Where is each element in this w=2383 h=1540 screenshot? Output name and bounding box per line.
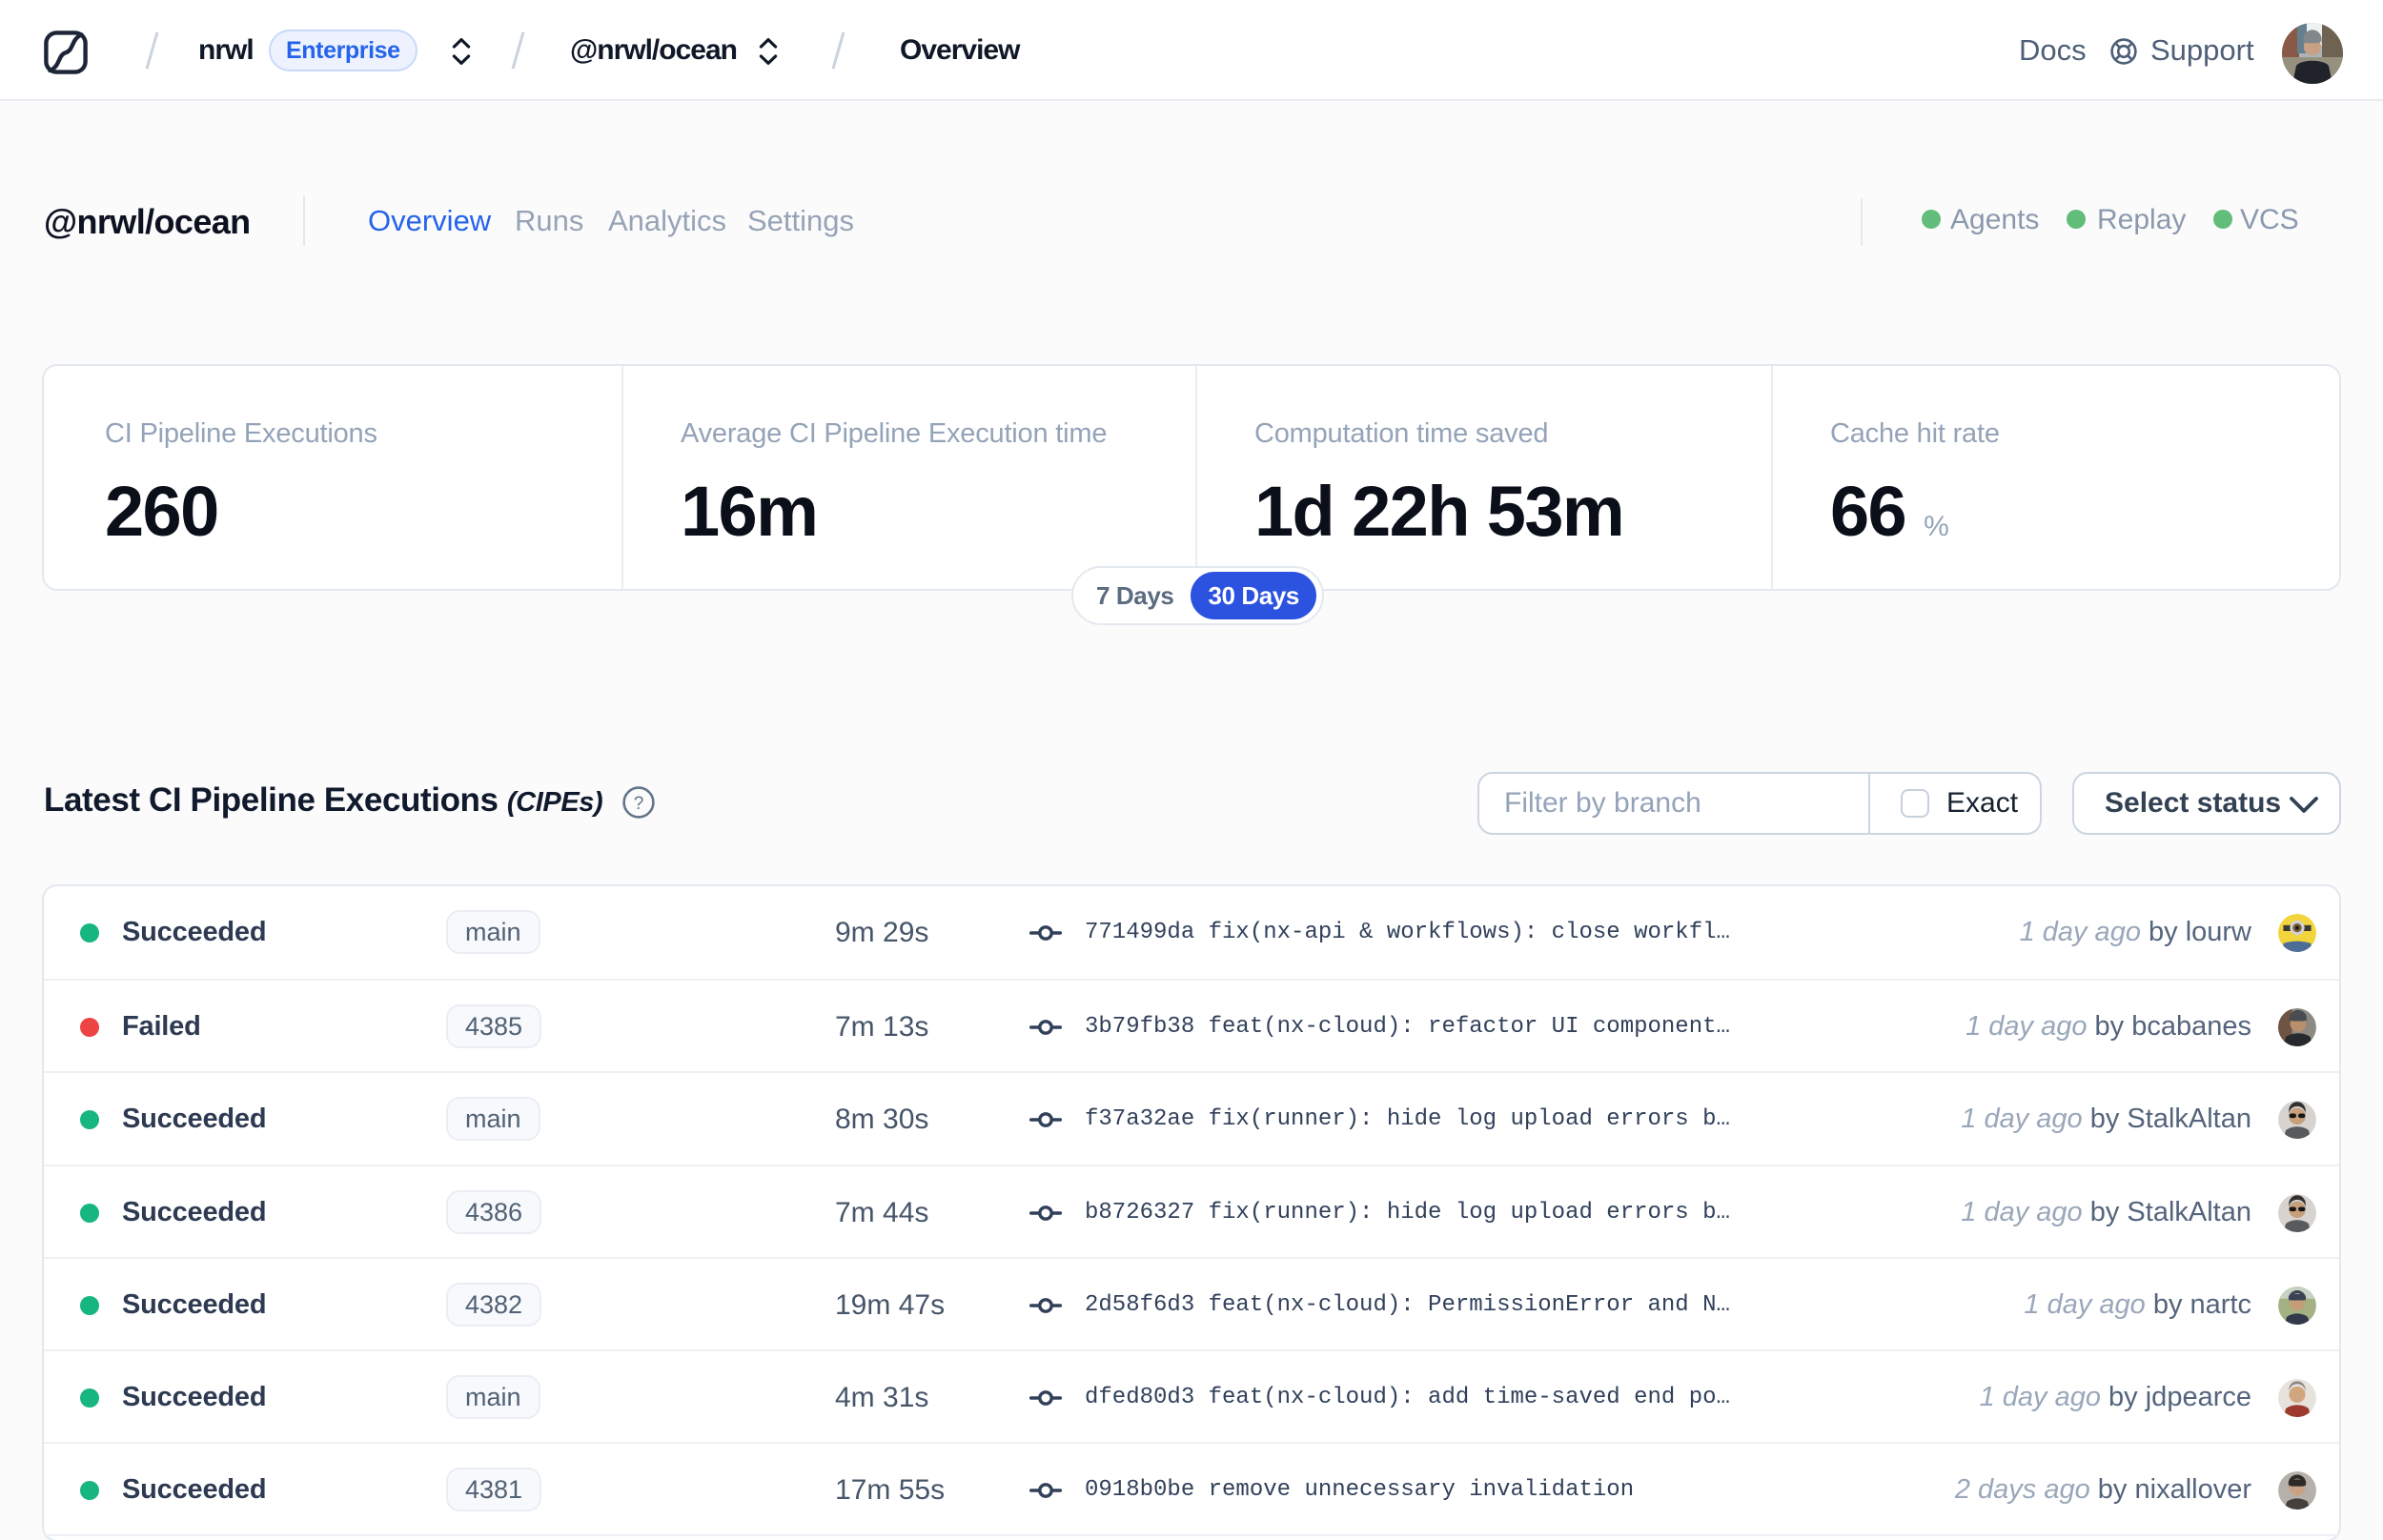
svg-text:?: ? <box>634 794 644 814</box>
